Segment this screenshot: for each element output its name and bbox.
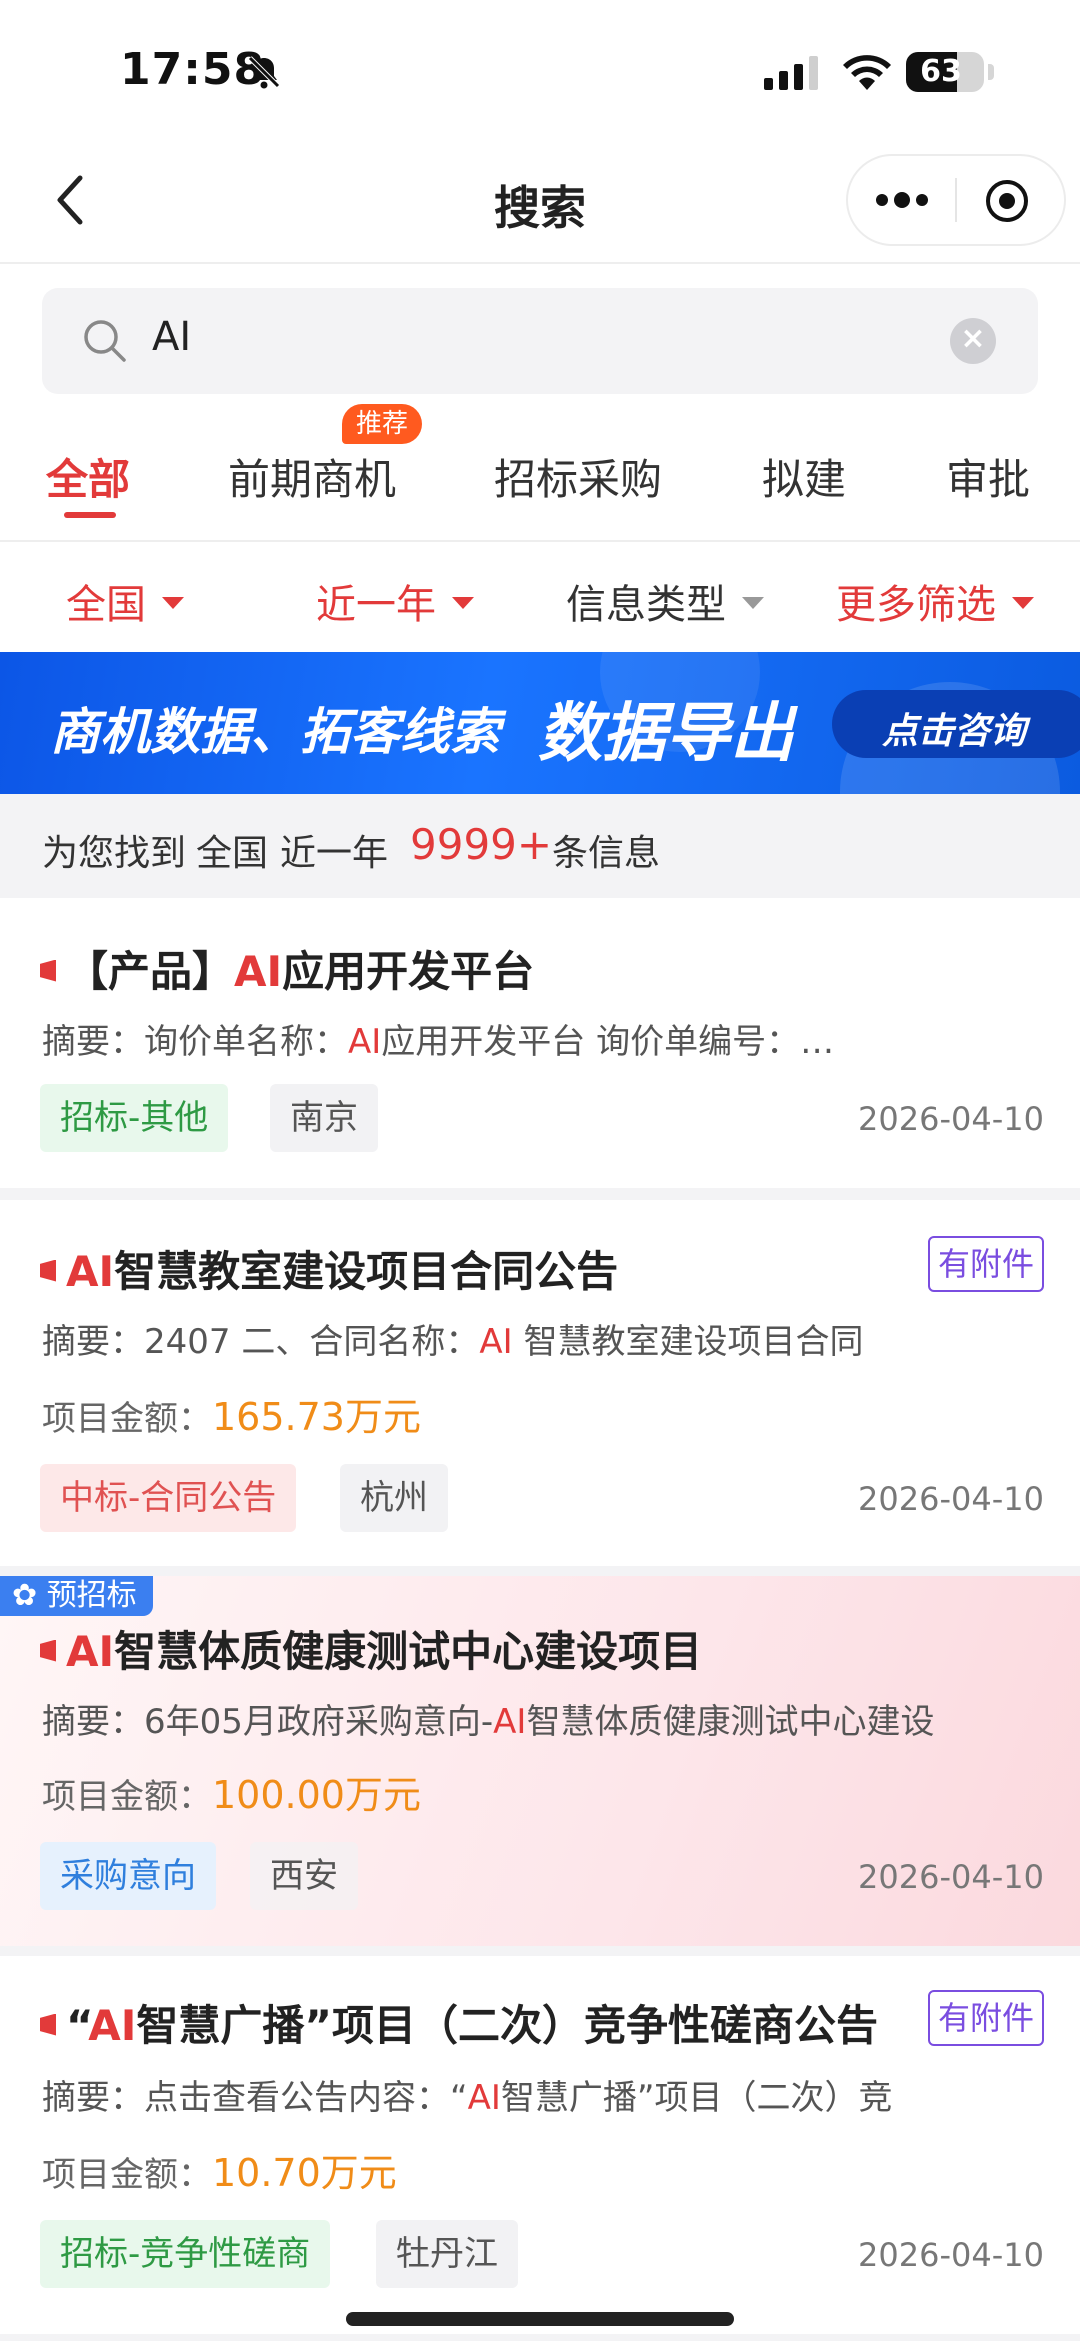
result-card[interactable]: ✿ 预招标 AI智慧体质健康测试中心建设项目 摘要：6年05月政府采购意向-AI… — [0, 1576, 1080, 1946]
more-options-icon[interactable] — [874, 188, 930, 212]
dropdown-arrow-icon — [162, 597, 184, 609]
result-summary-text: 摘要：点击查看公告内容：“AI智慧广播”项目（二次）竞 — [42, 2078, 893, 2118]
result-title[interactable]: AI智慧教室建设项目合同公告 — [40, 1238, 618, 1299]
summary-period: 近一年 — [280, 833, 389, 874]
recommend-badge: 推荐 — [342, 404, 423, 444]
battery-level: 63 — [920, 54, 962, 89]
result-summary-text: 摘要：2407 二、合同名称：AI 智慧教室建设项目合同 — [42, 1322, 864, 1362]
flag-icon — [40, 2013, 56, 2036]
tab-proposed[interactable]: 拟建 — [762, 446, 846, 507]
status-time: 17:58 — [120, 44, 266, 95]
search-input[interactable]: AI × — [42, 288, 1038, 394]
result-summary-text: 摘要：询价单名称：AI应用开发平台 询价单编号：… — [42, 1022, 835, 1062]
result-title[interactable]: “AI智慧广播”项目（二次）竞争性磋商公告 — [40, 1992, 878, 2053]
result-date: 2026-04-10 — [858, 2236, 1044, 2274]
close-icon: × — [960, 321, 986, 356]
dropdown-arrow-icon — [1012, 597, 1034, 609]
home-indicator[interactable] — [346, 2312, 734, 2326]
filter-more[interactable]: 更多筛选 — [836, 572, 1034, 630]
result-date: 2026-04-10 — [858, 1480, 1044, 1518]
banner-text: 商机数据、拓客线索 — [50, 703, 500, 761]
promo-banner[interactable]: 商机数据、拓客线索 数据导出 点击咨询 — [0, 652, 1080, 794]
result-summary-text: 摘要：6年05月政府采购意向-AI智慧体质健康测试中心建设 — [42, 1702, 935, 1742]
bell-muted-icon — [248, 56, 280, 89]
category-tabs: 全部 前期商机 推荐 招标采购 拟建 审批 — [0, 404, 1080, 542]
search-query[interactable]: AI — [152, 314, 191, 360]
nav-bar: 搜索 — [0, 140, 1080, 264]
result-title[interactable]: AI智慧体质健康测试中心建设项目 — [40, 1618, 702, 1679]
consult-button[interactable]: 点击咨询 — [832, 690, 1080, 758]
result-card[interactable]: “AI智慧广播”项目（二次）竞争性磋商公告 有附件 摘要：点击查看公告内容：“A… — [0, 1956, 1080, 2334]
result-title[interactable]: 【产品】AI应用开发平台 — [40, 938, 534, 999]
consult-button-label: 点击咨询 — [882, 711, 1027, 752]
result-type-tag: 采购意向 — [40, 1842, 216, 1910]
result-date: 2026-04-10 — [858, 1858, 1044, 1896]
result-count: 9999+ — [410, 820, 553, 869]
attachment-badge: 有附件 — [927, 1236, 1044, 1292]
flag-icon — [40, 959, 56, 982]
filter-region-label: 全国 — [66, 582, 146, 628]
cellular-signal-icon — [764, 56, 818, 90]
filter-info-type-label: 信息类型 — [566, 582, 726, 628]
result-card[interactable]: AI智慧教室建设项目合同公告 有附件 摘要：2407 二、合同名称：AI 智慧教… — [0, 1200, 1080, 1566]
search-section: AI × — [0, 264, 1080, 404]
result-amount: 项目金额：100.00万元 — [42, 1773, 421, 1817]
result-city-tag: 牡丹江 — [376, 2220, 518, 2288]
result-type-tag: 招标-竞争性磋商 — [40, 2220, 331, 2288]
result-amount: 项目金额：10.70万元 — [42, 2151, 397, 2195]
result-city-tag: 南京 — [270, 1084, 378, 1152]
attachment-badge: 有附件 — [927, 1990, 1044, 2046]
result-card[interactable]: 【产品】AI应用开发平台 摘要：询价单名称：AI应用开发平台 询价单编号：… 招… — [0, 898, 1080, 1188]
tab-early-opportunity[interactable]: 前期商机 — [228, 446, 396, 507]
filter-bar: 全国 近一年 信息类型 更多筛选 — [0, 542, 1080, 652]
flag-icon — [40, 1259, 56, 1282]
result-city-tag: 杭州 — [340, 1464, 448, 1532]
tab-approval[interactable]: 审批 — [946, 446, 1030, 507]
result-type-tag: 中标-合同公告 — [40, 1464, 297, 1532]
mini-program-capsule — [846, 154, 1066, 246]
close-miniprogram-icon[interactable] — [984, 178, 1030, 224]
result-type-tag: 招标-其他 — [40, 1084, 229, 1152]
tab-all[interactable]: 全部 — [46, 446, 130, 507]
status-bar: 17:58 63 — [0, 0, 1080, 140]
tab-tender-procurement[interactable]: 招标采购 — [494, 446, 662, 507]
flag-icon — [40, 1639, 56, 1662]
filter-info-type[interactable]: 信息类型 — [566, 572, 764, 630]
dropdown-arrow-icon — [452, 597, 474, 609]
result-date: 2026-04-10 — [858, 1100, 1044, 1138]
pre-tender-badge: ✿ 预招标 — [0, 1576, 153, 1616]
search-icon — [84, 320, 126, 362]
result-amount: 项目金额：165.73万元 — [42, 1395, 421, 1439]
filter-region[interactable]: 全国 — [66, 572, 184, 630]
clear-search-button[interactable]: × — [950, 318, 996, 364]
summary-suffix: 条信息 — [552, 833, 661, 874]
summary-region: 全国 — [196, 833, 269, 874]
banner-headline: 数据导出 — [538, 697, 794, 771]
summary-prefix: 为您找到 — [42, 833, 187, 874]
battery-icon: 63 — [906, 52, 984, 92]
active-tab-indicator — [64, 512, 116, 518]
filter-period[interactable]: 近一年 — [316, 572, 474, 630]
result-city-tag: 西安 — [250, 1842, 358, 1910]
filter-period-label: 近一年 — [316, 582, 436, 628]
filter-more-label: 更多筛选 — [836, 582, 996, 628]
dropdown-arrow-icon — [742, 597, 764, 609]
result-summary: 为您找到 全国 近一年 9999+ 条信息 — [0, 794, 1080, 898]
flower-icon: ✿ — [12, 1578, 38, 1613]
wifi-icon — [843, 55, 891, 90]
